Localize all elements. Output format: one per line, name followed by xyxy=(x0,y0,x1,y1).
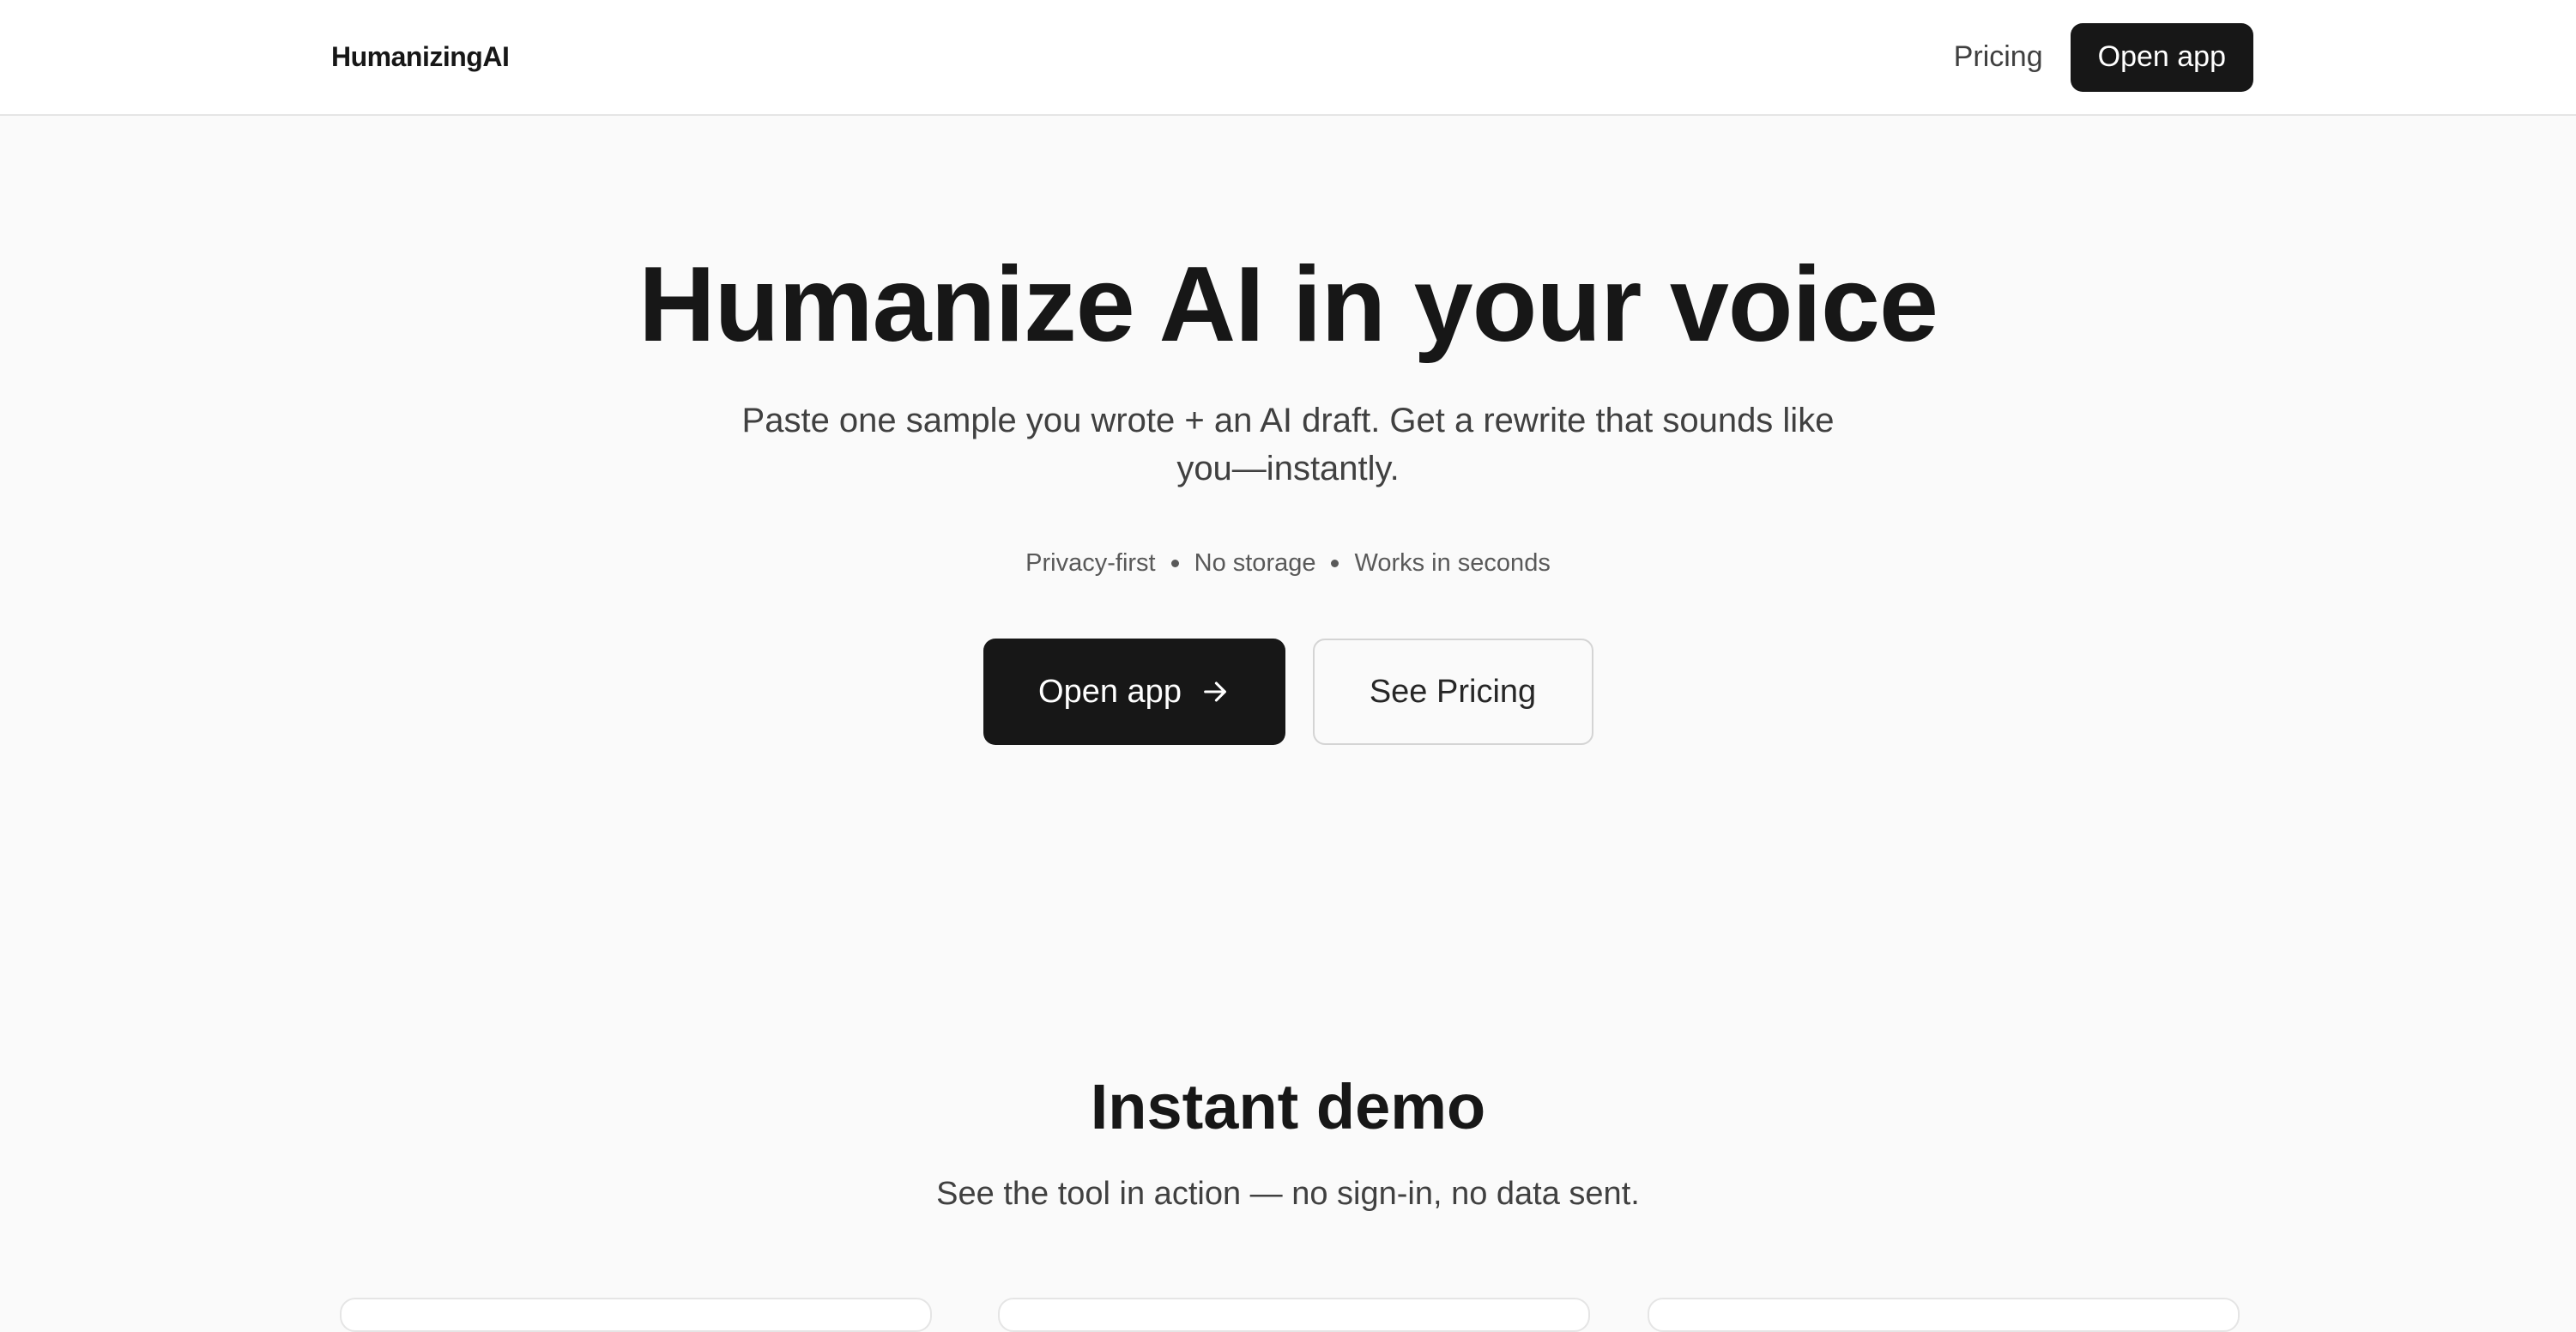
hero-title: Humanize AI in your voice xyxy=(638,245,1938,364)
bullet-dot-icon xyxy=(1170,560,1179,567)
demo-cards xyxy=(0,1298,2576,1332)
header-inner: HumanizingAI Pricing Open app xyxy=(331,0,2253,114)
hero-see-pricing-button[interactable]: See Pricing xyxy=(1312,639,1593,745)
demo-card-result xyxy=(1648,1298,2240,1332)
brand-logo[interactable]: HumanizingAI xyxy=(331,41,510,73)
main-nav: Pricing Open app xyxy=(1954,22,2253,92)
header-open-app-button[interactable]: Open app xyxy=(2070,22,2253,92)
feature-speed: Works in seconds xyxy=(1354,549,1551,577)
arrow-right-icon xyxy=(1200,677,1230,706)
nav-pricing-link[interactable]: Pricing xyxy=(1954,40,2043,74)
hero-open-app-button[interactable]: Open app xyxy=(983,639,1285,745)
bullet-dot-icon xyxy=(1331,560,1339,567)
hero-subtitle: Paste one sample you wrote + an AI draft… xyxy=(741,402,1835,487)
demo-subtitle: See the tool in action — no sign-in, no … xyxy=(936,1176,1640,1212)
demo-card-sample xyxy=(340,1298,932,1332)
demo-card-draft xyxy=(998,1298,1590,1332)
hero-open-app-label: Open app xyxy=(1038,673,1182,710)
site-header: HumanizingAI Pricing Open app xyxy=(0,0,2576,116)
cta-row: Open app See Pricing xyxy=(0,639,2576,745)
feature-privacy: Privacy-first xyxy=(1025,549,1156,577)
feature-no-storage: No storage xyxy=(1194,549,1316,577)
feature-list: Privacy-first No storage Works in second… xyxy=(0,549,2576,578)
demo-title: Instant demo xyxy=(1090,1071,1486,1142)
